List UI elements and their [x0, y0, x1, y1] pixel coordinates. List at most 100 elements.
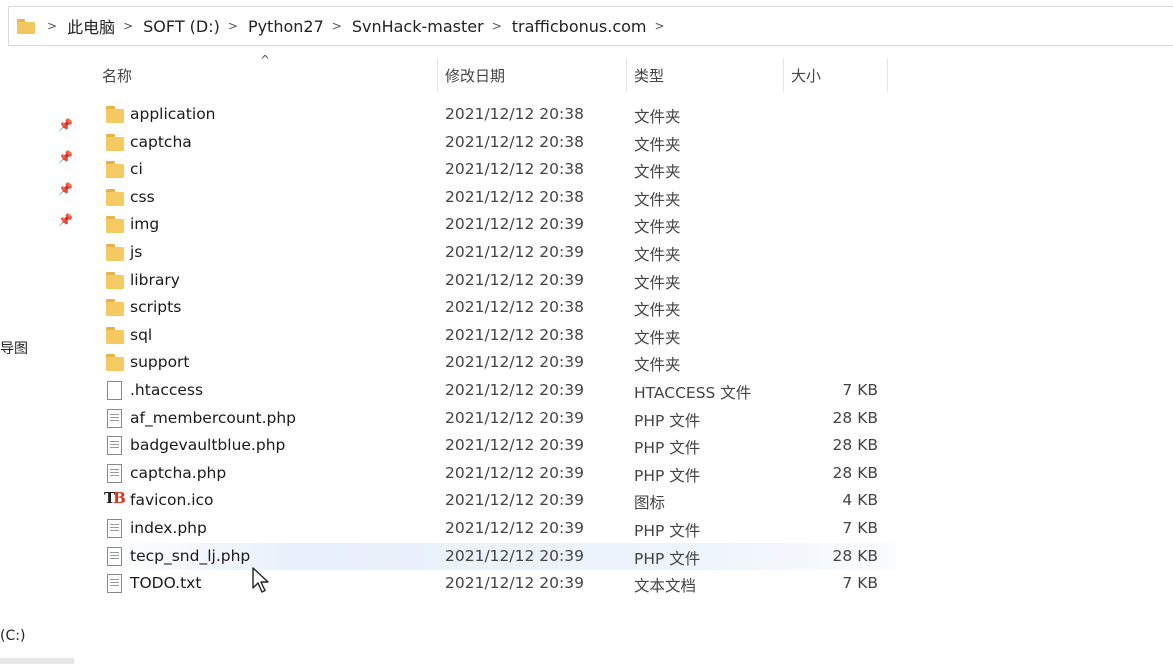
file-row[interactable]: library 2021/12/12 20:39 文件夹 — [96, 267, 896, 294]
file-size: 4 KB — [842, 491, 878, 510]
file-name: support — [130, 353, 190, 372]
folder-icon — [106, 353, 124, 372]
file-row[interactable]: img 2021/12/12 20:39 文件夹 — [96, 211, 896, 238]
pin-icon[interactable]: 📌 — [58, 150, 73, 164]
file-type: PHP 文件 — [634, 549, 701, 568]
file-row[interactable]: .htaccess 2021/12/12 20:39 HTACCESS 文件 7 KB — [96, 377, 896, 404]
file-row[interactable]: css 2021/12/12 20:38 文件夹 — [96, 184, 896, 211]
file-size: 28 KB — [832, 408, 878, 427]
file-name: index.php — [130, 519, 207, 537]
chevron-right-icon[interactable]: > — [332, 19, 342, 33]
file-date: 2021/12/12 20:39 — [445, 546, 584, 565]
file-type: 文件夹 — [634, 108, 681, 126]
file-type: 文件夹 — [634, 163, 681, 182]
breadcrumb-python27[interactable]: Python27 — [248, 17, 324, 36]
file-type: PHP 文件 — [634, 522, 701, 540]
chevron-right-icon[interactable]: > — [123, 19, 133, 33]
column-divider[interactable] — [626, 58, 627, 92]
file-type: 文件夹 — [634, 273, 681, 292]
file-size: 28 KB — [832, 546, 878, 565]
column-divider[interactable] — [437, 58, 438, 92]
file-name: js — [130, 243, 143, 261]
file-name: af_membercount.php — [130, 408, 297, 427]
breadcrumb-this-pc[interactable]: 此电脑 — [67, 14, 115, 38]
file-date: 2021/12/12 20:39 — [445, 215, 584, 234]
file-row[interactable]: af_membercount.php 2021/12/12 20:39 PHP 文件… — [96, 405, 896, 432]
file-row[interactable]: scripts 2021/12/12 20:38 文件夹 — [96, 294, 896, 321]
file-type: 文件夹 — [634, 218, 681, 237]
nav-pane-item[interactable]: 导图 — [0, 338, 28, 358]
file-name: img — [130, 215, 160, 234]
column-header-name[interactable]: 名称 — [102, 58, 436, 92]
file-date: 2021/12/12 20:38 — [445, 160, 584, 179]
file-type: 文件夹 — [634, 135, 681, 154]
file-name: ci — [130, 160, 143, 179]
file-size: 7 KB — [842, 519, 878, 537]
chevron-right-icon[interactable]: > — [655, 19, 665, 33]
file-type: 文件夹 — [634, 328, 681, 347]
text-file-icon — [107, 408, 122, 428]
file-date: 2021/12/12 20:39 — [445, 574, 584, 593]
file-name: tecp_snd_lj.php — [130, 546, 251, 565]
chevron-right-icon[interactable]: > — [492, 19, 502, 33]
breadcrumb-soft-drive[interactable]: SOFT (D:) — [143, 17, 220, 36]
file-date: 2021/12/12 20:38 — [445, 325, 584, 344]
file-name: sql — [130, 325, 153, 344]
scrollbar[interactable] — [0, 658, 74, 664]
file-type: 文件夹 — [634, 246, 681, 264]
file-type: PHP 文件 — [634, 439, 701, 458]
text-file-icon — [107, 436, 122, 456]
folder-icon — [17, 18, 35, 34]
file-row[interactable]: sql 2021/12/12 20:38 文件夹 — [96, 322, 896, 349]
file-row[interactable]: ci 2021/12/12 20:38 文件夹 — [96, 156, 896, 183]
folder-icon — [106, 298, 124, 317]
file-row[interactable]: application 2021/12/12 20:38 文件夹 — [96, 101, 896, 128]
file-row[interactable]: captcha.php 2021/12/12 20:39 PHP 文件 28 KB — [96, 460, 896, 487]
file-size: 28 KB — [832, 436, 878, 455]
file-name: captcha.php — [130, 463, 227, 482]
favicon-icon: TB — [104, 489, 126, 508]
file-name: badgevaultblue.php — [130, 436, 286, 455]
blank-file-icon — [107, 381, 122, 400]
chevron-right-icon[interactable]: > — [47, 19, 57, 33]
file-row[interactable]: badgevaultblue.php 2021/12/12 20:39 PHP 文件… — [96, 432, 896, 459]
file-size: 7 KB — [842, 574, 878, 593]
file-date: 2021/12/12 20:39 — [445, 270, 584, 289]
pin-icon[interactable]: 📌 — [58, 213, 73, 227]
address-bar[interactable]: > 此电脑 > SOFT (D:) > Python27 > SvnHack-m… — [8, 6, 1173, 46]
file-name: .htaccess — [130, 381, 204, 399]
file-type: PHP 文件 — [634, 411, 701, 430]
file-row[interactable]: tecp_snd_lj.php 2021/12/12 20:39 PHP 文件 28 … — [96, 542, 896, 570]
file-name: application — [130, 105, 216, 123]
pin-icon[interactable]: 📌 — [58, 182, 73, 196]
breadcrumb-svnhack-master[interactable]: SvnHack-master — [352, 17, 484, 36]
folder-icon — [106, 243, 124, 262]
file-row[interactable]: index.php 2021/12/12 20:39 PHP 文件 7 KB — [96, 515, 896, 542]
file-row[interactable]: js 2021/12/12 20:39 文件夹 — [96, 239, 896, 266]
file-row[interactable]: captcha 2021/12/12 20:38 文件夹 — [96, 129, 896, 156]
file-name: captcha — [130, 132, 192, 151]
file-type: HTACCESS 文件 — [634, 384, 752, 402]
pin-icon[interactable]: 📌 — [58, 118, 73, 132]
breadcrumb-trafficbonus[interactable]: trafficbonus.com — [512, 17, 647, 36]
file-row[interactable]: TB favicon.ico 2021/12/12 20:39 图标 4 KB — [96, 487, 896, 514]
file-date: 2021/12/12 20:39 — [445, 436, 584, 455]
file-date: 2021/12/12 20:39 — [445, 243, 584, 261]
column-header-type[interactable]: 类型 — [634, 58, 782, 92]
nav-drive-c[interactable]: (C:) — [0, 628, 25, 644]
column-divider[interactable] — [887, 58, 888, 92]
column-header-date[interactable]: 修改日期 — [445, 58, 625, 92]
file-date: 2021/12/12 20:38 — [445, 132, 584, 151]
chevron-right-icon[interactable]: > — [228, 19, 238, 33]
folder-icon — [106, 271, 124, 290]
folder-icon — [106, 133, 124, 152]
folder-icon — [106, 188, 124, 207]
file-row[interactable]: TODO.txt 2021/12/12 20:39 文本文档 7 KB — [96, 570, 896, 597]
folder-icon — [106, 326, 124, 345]
column-header-size[interactable]: 大小 — [791, 58, 887, 92]
file-type: PHP 文件 — [634, 466, 701, 485]
file-row[interactable]: support 2021/12/12 20:39 文件夹 — [96, 349, 896, 376]
column-divider[interactable] — [783, 58, 784, 92]
file-type: 文本文档 — [634, 577, 697, 596]
file-type: 图标 — [634, 494, 666, 513]
